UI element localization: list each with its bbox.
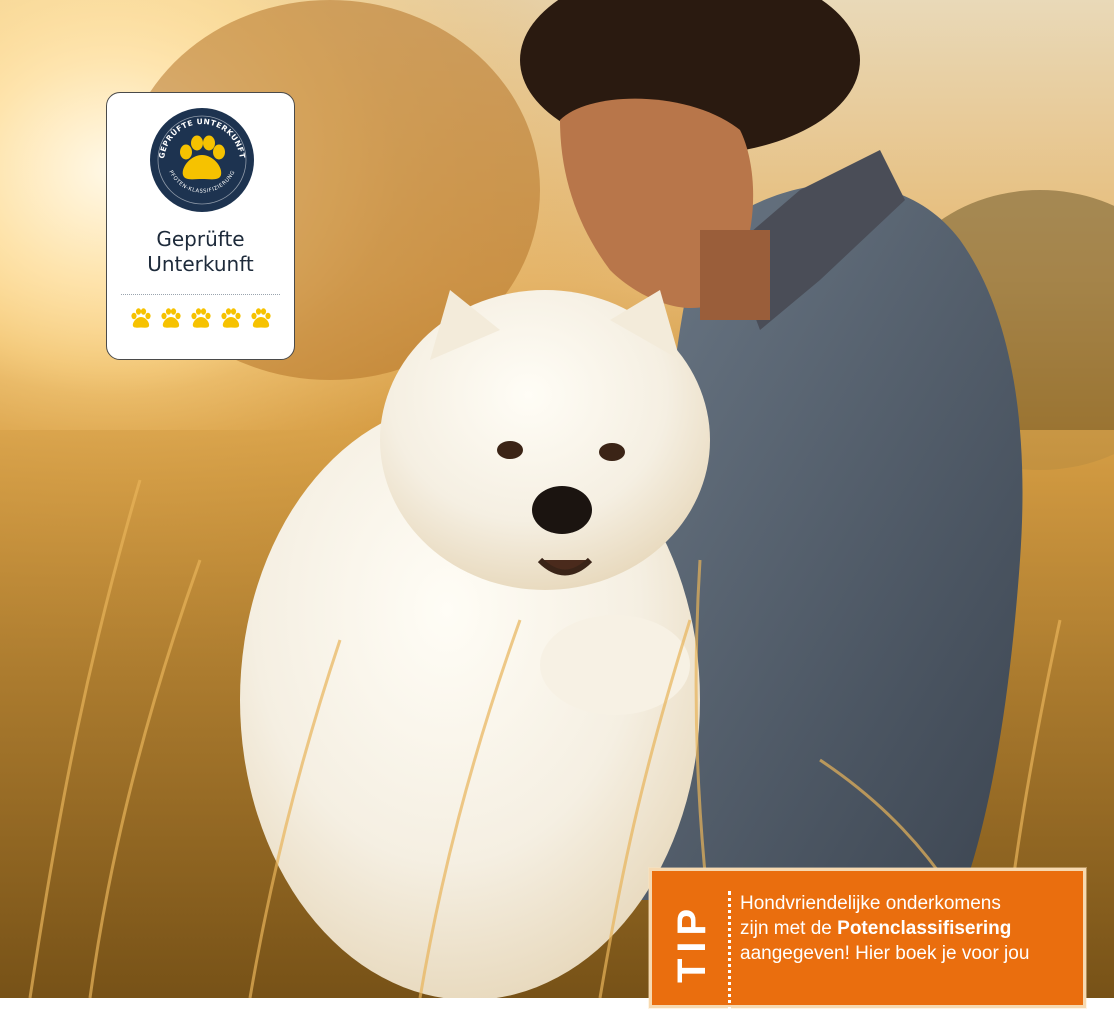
tip-text-line2: zijn met de Potenclassifisering — [740, 916, 1080, 941]
paw-rating — [107, 307, 294, 329]
badge-title-line1: Geprüfte — [156, 227, 245, 251]
tip-divider — [728, 891, 731, 1011]
paw-icon — [250, 308, 271, 328]
tip-box: TIP Hondvriendelijke onderkomens zijn me… — [649, 868, 1086, 1011]
tip-text: Hondvriendelijke onderkomens zijn met de… — [740, 891, 1080, 966]
certification-badge: GEPRÜFTE UNTERKUNFT PFOTEN-KLASSIFIZIERU… — [106, 92, 295, 360]
paw-seal-logo: GEPRÜFTE UNTERKUNFT PFOTEN-KLASSIFIZIERU… — [150, 108, 254, 212]
badge-title: Geprüfte Unterkunft — [107, 227, 294, 277]
paw-icon — [190, 308, 211, 328]
tip-label: TIP — [670, 902, 714, 983]
tip-text-line3: aangegeven! Hier boek je voor jou — [740, 943, 1030, 964]
paw-icon — [220, 308, 241, 328]
tip-text-line2-pre: zijn met de — [740, 918, 838, 939]
paw-icon — [130, 308, 151, 328]
paw-icon — [160, 308, 181, 328]
badge-title-line2: Unterkunft — [147, 252, 254, 276]
potenclassifisering-term: Potenclassifisering — [837, 918, 1012, 939]
tip-text-line1: Hondvriendelijke onderkomens — [740, 893, 1001, 914]
badge-divider — [121, 294, 280, 295]
